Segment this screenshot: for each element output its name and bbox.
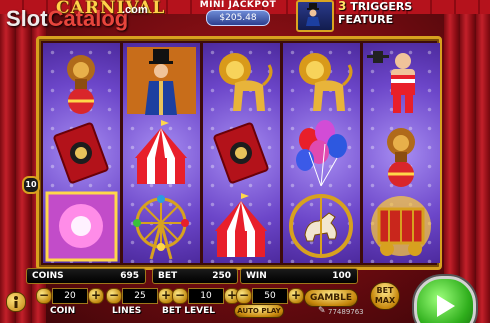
win-value: 100	[332, 271, 351, 281]
symbol-lion-on-ball	[365, 118, 438, 189]
betlevel-label: BET LEVEL	[162, 306, 216, 316]
payline-marker: 10	[22, 176, 40, 194]
autoplay-plus-button[interactable]: +	[288, 288, 304, 304]
bet-max-button[interactable]: BET MAX	[370, 282, 400, 310]
watermark-part2: Catalog	[47, 6, 129, 31]
person-icon	[14, 296, 18, 308]
autoplay-button[interactable]: AUTO PLAY	[234, 304, 284, 318]
reel-2	[123, 43, 200, 263]
bet-max-line1: BET	[376, 286, 394, 295]
symbol-golden-lion	[285, 45, 358, 116]
win-label: WIN	[246, 271, 267, 281]
reel-1	[43, 43, 120, 263]
symbol-golden-lion	[205, 45, 278, 116]
game-stage: CARNIVAL SlotCatalog .com MINI JACKPOT $…	[0, 0, 490, 323]
coin-label: COIN	[50, 306, 76, 316]
ringmaster-badge-icon	[296, 0, 334, 32]
reel-3	[203, 43, 280, 263]
coin-minus-button[interactable]: −	[36, 288, 52, 304]
lines-minus-button[interactable]: −	[106, 288, 122, 304]
play-icon	[437, 295, 455, 317]
sound-icon[interactable]: ✎	[318, 306, 326, 316]
right-curtain	[444, 0, 490, 323]
win-display: WIN 100	[240, 268, 358, 284]
reel-4	[283, 43, 360, 263]
watermark-part1: Slot	[6, 6, 48, 31]
lines-value: 25	[122, 288, 158, 304]
symbol-circus-wagon	[365, 191, 438, 262]
autoplay-value: 50	[252, 288, 288, 304]
watermark-dotcom: .com	[122, 4, 148, 16]
betlevel-minus-button[interactable]: −	[172, 288, 188, 304]
triggers-number: 3	[338, 0, 347, 13]
bet-display: BET 250	[152, 268, 238, 284]
coin-value: 20	[52, 288, 88, 304]
coins-display: COINS 695	[26, 268, 146, 284]
spin-button[interactable]	[414, 276, 476, 323]
bet-max-line2: MAX	[374, 296, 396, 305]
bet-label: BET	[158, 271, 178, 281]
symbol-ticket-card	[45, 118, 118, 189]
coins-label: COINS	[32, 271, 64, 281]
betlevel-value: 10	[188, 288, 224, 304]
triggers-feature-text: 3 TRIGGERS FEATURE	[338, 0, 448, 26]
symbol-strongman	[365, 45, 438, 116]
lines-label: LINES	[112, 306, 142, 316]
info-help-button[interactable]	[6, 292, 26, 312]
symbol-ringmaster	[125, 45, 198, 116]
symbol-circus-tent	[125, 118, 198, 189]
symbol-ferris-wheel	[125, 191, 198, 262]
triggers-word: TRIGGERS	[350, 0, 413, 13]
jackpot-value: $205.48	[206, 10, 270, 26]
coins-value: 695	[120, 271, 139, 281]
triggers-line2: FEATURE	[338, 13, 394, 26]
autoplay-minus-button[interactable]: −	[236, 288, 252, 304]
symbol-carousel-horse	[285, 191, 358, 262]
symbol-balloons	[285, 118, 358, 189]
symbol-circus-tent	[205, 191, 278, 262]
bet-value: 250	[212, 271, 231, 281]
mini-jackpot: MINI JACKPOT $205.48	[192, 0, 284, 26]
reel-5	[363, 43, 440, 263]
symbol-scatter-light	[45, 191, 118, 262]
coin-plus-button[interactable]: +	[88, 288, 104, 304]
reel-frame	[36, 36, 442, 270]
session-id: 77489763	[328, 308, 364, 316]
symbol-lion-on-ball	[45, 45, 118, 116]
symbol-ticket-card	[205, 118, 278, 189]
jackpot-label: MINI JACKPOT	[199, 0, 277, 10]
gamble-button[interactable]: GAMBLE	[304, 289, 358, 307]
watermark: SlotCatalog .com	[6, 4, 148, 32]
